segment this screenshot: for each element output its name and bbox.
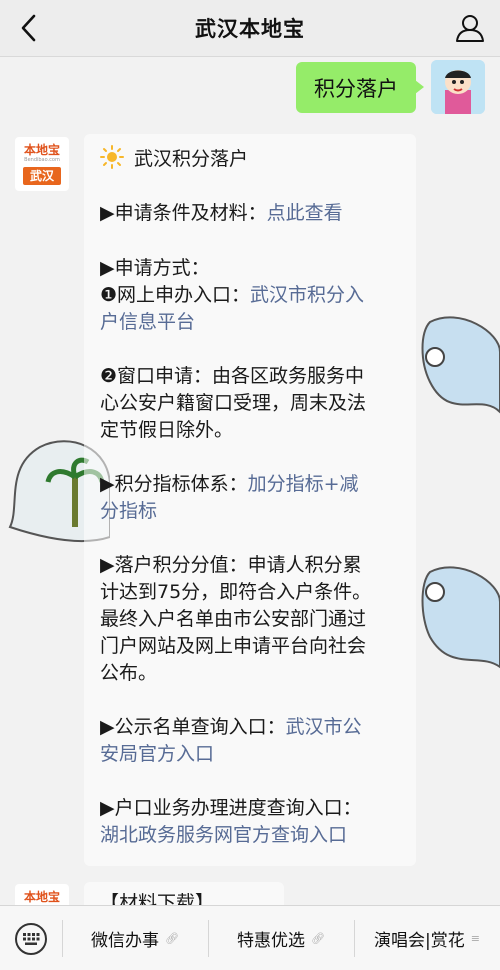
background-bubble-right-bottom (421, 566, 500, 669)
menu-item-label: 特惠优选 (237, 931, 306, 951)
conditions-label: ▶申请条件及材料： (100, 202, 267, 224)
menu-item-wechat-service[interactable]: 微信办事 🔗︎ (62, 906, 208, 970)
profile-icon[interactable] (454, 12, 486, 44)
link-icon: 🔗︎ (311, 932, 325, 945)
online-platform-link-cont[interactable]: 户信息平台 (100, 311, 195, 333)
public-list-link-cont[interactable]: 安局官方入口 (100, 743, 214, 765)
line-window-2: 心公安户籍窗口受理，周末及法 (100, 392, 367, 414)
keyboard-icon[interactable] (14, 922, 48, 956)
link-icon: 🔗︎ (165, 932, 179, 945)
bot-avatar-2[interactable]: 本地宝 (15, 884, 69, 905)
online-platform-link[interactable]: 武汉市积分入 (250, 284, 364, 306)
bottom-menu-bar: 微信办事 🔗︎ 特惠优选 🔗︎ 演唱会|赏花 ≡ (0, 905, 500, 970)
user-message-bubble[interactable]: 积分落户 (296, 62, 424, 113)
line-window-3: 定节假日除外。 (100, 419, 234, 441)
background-bubble-right-top (421, 316, 500, 414)
menu-item-deals[interactable]: 特惠优选 🔗︎ (208, 906, 354, 970)
line-online-cont: 户信息平台 (100, 309, 420, 336)
conditions-link[interactable]: 点此查看 (267, 202, 343, 224)
bot-avatar[interactable]: 本地宝 Bendibao.com 武汉 (15, 137, 69, 191)
logo-text-2: 本地宝 (23, 890, 60, 904)
back-arrow-icon[interactable] (14, 12, 44, 44)
index-label: ▶积分指标体系： (100, 473, 248, 495)
index-link[interactable]: 加分指标+减 (248, 473, 359, 495)
line-public-list-cont: 安局官方入口 (100, 741, 420, 768)
line-progress-link: 湖北政务服务网官方查询入口 (100, 822, 420, 849)
message-heading: 武汉积分落户 (100, 145, 420, 173)
line-progress: ▶户口业务办理进度查询入口： (100, 797, 362, 819)
chat-area[interactable]: 积分落户 本地宝 Bendibao.com 武汉 武汉积分落户 ▶申请条件及材料… (0, 57, 500, 905)
line-public-list: ▶公示名单查询入口：武汉市公 (100, 714, 420, 741)
public-list-link[interactable]: 武汉市公 (286, 716, 362, 738)
line-score-2: 计达到75分，即符合入户条件。 (100, 581, 372, 603)
line-score-4: 门户网站及网上申请平台向社会 (100, 635, 367, 657)
line-score-5: 公布。 (100, 662, 158, 684)
menu-lines-icon: ≡ (470, 932, 480, 945)
line-window-1: ❷窗口申请：由各区政务服务中 (100, 365, 365, 387)
user-avatar[interactable] (431, 60, 485, 114)
page-title: 武汉本地宝 (195, 17, 305, 41)
online-label: ❶网上申办入口： (100, 284, 251, 306)
menu-item-label: 演唱会|赏花 (374, 931, 465, 951)
index-link-cont[interactable]: 分指标 (100, 500, 157, 522)
line-method: ▶申请方式： (100, 257, 210, 279)
line-conditions: ▶申请条件及材料：点此查看 (100, 200, 420, 227)
cartoon-avatar-icon (431, 60, 485, 114)
sun-icon (100, 145, 124, 169)
heading-text: 武汉积分落户 (134, 148, 249, 170)
public-list-label: ▶公示名单查询入口： (100, 716, 286, 738)
line-index: ▶积分指标体系：加分指标+减 (100, 471, 420, 498)
menu-item-label: 微信办事 (91, 931, 160, 951)
top-bar: 武汉本地宝 (0, 0, 500, 57)
next-message-text: 【材料下载】 (100, 892, 215, 905)
line-index-cont: 分指标 (100, 498, 420, 525)
line-online: ❶网上申办入口：武汉市积分入 (100, 282, 420, 309)
line-score-3: 最终入户名单由市公安部门通过 (100, 608, 367, 630)
progress-query-link[interactable]: 湖北政务服务网官方查询入口 (100, 824, 347, 846)
menu-item-concert[interactable]: 演唱会|赏花 ≡ (354, 906, 500, 970)
logo-subtext: Bendibao.com (24, 157, 60, 163)
logo-city-badge: 武汉 (23, 167, 61, 185)
logo-text: 本地宝 (23, 143, 60, 157)
line-score-1: ▶落户积分分值：申请人积分累 (100, 554, 362, 576)
